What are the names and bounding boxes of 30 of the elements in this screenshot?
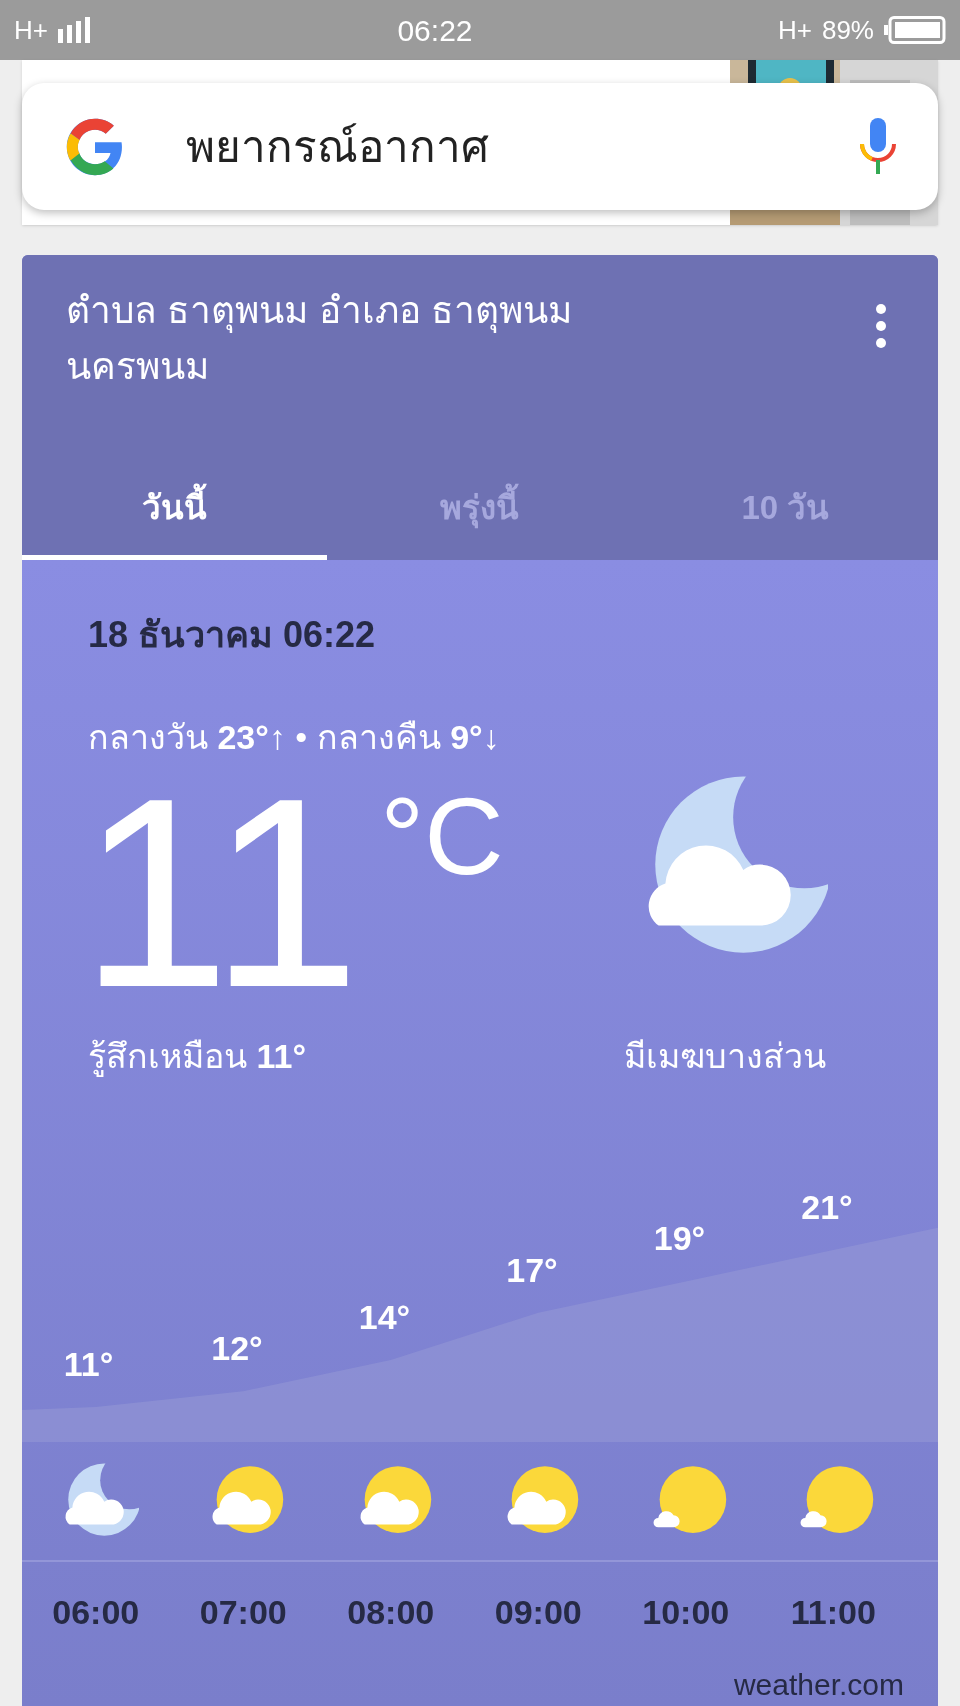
clock: 06:22 (397, 12, 473, 49)
current-temperature: 11 (80, 773, 361, 1013)
hourly-temperature: 12° (211, 1328, 263, 1370)
hour-label: 11:00 (790, 1591, 876, 1633)
hourly-temperature: 21° (801, 1187, 853, 1228)
hour-label: 06:00 (52, 1591, 140, 1633)
network-type: H+ (14, 13, 48, 47)
search-field[interactable]: พยากรณ์อากาศ (186, 113, 858, 180)
search-bar[interactable]: พยากรณ์อากาศ (22, 83, 938, 210)
temperature-unit: °C (380, 781, 504, 891)
hour-label: 08:00 (347, 1591, 435, 1633)
network-type: H+ (778, 13, 812, 47)
hourly-temperature: 14° (358, 1296, 411, 1338)
source-link[interactable]: weather.com (733, 1662, 904, 1706)
signal-icon (55, 17, 92, 43)
hourly-temperature: 17° (506, 1249, 558, 1291)
hourly-temperature: 11° (63, 1344, 114, 1385)
microphone-icon[interactable] (858, 117, 898, 176)
battery-percent: 89% (821, 13, 874, 47)
date-time: 18 ธันวาคม 06:22 (88, 613, 377, 657)
weather-condition: มีเมฆบางส่วน (624, 1036, 826, 1077)
hour-label: 09:00 (494, 1591, 582, 1633)
location-title: ตำบล ธาตุพนม อำเภอ ธาตุพนม นครพนม (66, 289, 573, 389)
more-options-icon[interactable] (874, 303, 888, 349)
hour-label: 10:00 (642, 1591, 730, 1633)
feels-like: รู้สึกเหมือน 11° (87, 1036, 307, 1079)
high-low-temperature: กลางวัน 23°↑ • กลางคืน 9°↓ (88, 717, 501, 758)
battery-icon (884, 16, 946, 44)
hourly-temperature: 19° (653, 1218, 706, 1260)
hour-label: 07:00 (199, 1591, 287, 1633)
